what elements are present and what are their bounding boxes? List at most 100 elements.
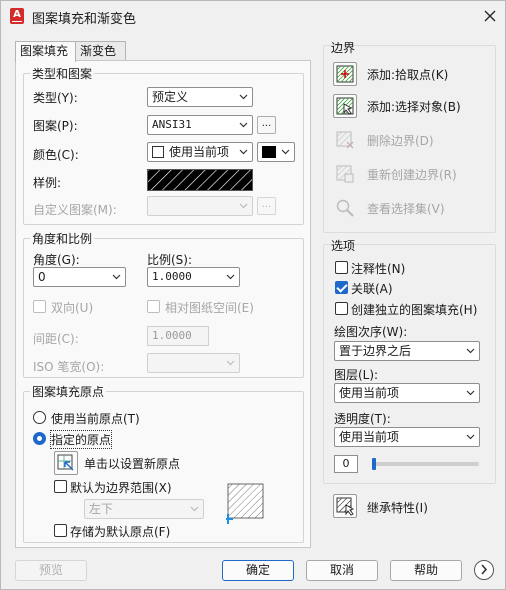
inherit-properties-label[interactable]: 继承特性(I) [367,499,428,516]
store-default-origin-checkbox[interactable] [54,524,67,537]
angle-label: 角度(G): [33,253,80,267]
options-title: 选项 [331,239,356,253]
add-pick-points-button[interactable] [333,62,357,86]
iso-pen-label: ISO 笔宽(O): [33,360,105,374]
draw-order-value: 置于边界之后 [339,344,412,358]
color-select[interactable]: 使用当前项 [147,142,253,162]
transparency-slider-thumb[interactable] [372,458,376,470]
draw-order-select[interactable]: 置于边界之后 [334,341,480,361]
select-objects-icon [336,97,354,115]
annotative-label: 注释性(N) [351,262,406,276]
default-extent-checkbox[interactable] [54,480,67,493]
chevron-down-icon [239,201,248,210]
window-title: 图案填充和渐变色 [32,12,137,27]
recreate-boundary-icon [336,165,354,183]
chevron-down-icon [226,358,235,367]
hatch-origin-title: 图案填充原点 [32,385,105,399]
pick-points-icon [336,65,354,83]
chevron-down-icon [281,147,290,156]
transparency-number-field[interactable]: 0 [334,455,358,473]
origin-preview [223,483,264,524]
transparency-slider-track[interactable] [372,462,479,466]
specified-origin-label: 指定的原点 [49,430,113,449]
cancel-button[interactable]: 取消 [306,560,378,581]
tab-gradient[interactable]: 渐变色 [76,41,126,61]
custom-pattern-label: 自定义图案(M): [33,203,117,217]
view-selections-button[interactable] [333,196,357,220]
scale-label: 比例(S): [147,253,193,267]
preview-button[interactable]: 预览 [15,560,87,581]
double-label: 双向(U) [51,301,94,315]
swatch-label: 样例: [33,176,62,190]
view-selections-label[interactable]: 查看选择集(V) [367,200,445,217]
inherit-properties-button[interactable] [333,494,357,518]
hatch-swatch-preview[interactable] [147,169,253,191]
spacing-field[interactable]: 1.0000 [147,326,209,346]
custom-browse-button[interactable]: ... [257,197,276,215]
chevron-down-icon [239,147,248,156]
associative-checkbox[interactable] [335,281,348,294]
chevron-down-icon [226,272,235,281]
relative-paper-checkbox[interactable] [147,300,160,313]
chevron-down-icon [466,432,475,441]
specified-origin-radio[interactable] [33,432,46,445]
type-select-value: 预定义 [152,90,189,104]
iso-pen-select[interactable] [147,353,240,373]
color-swatch-small [152,146,164,158]
pick-origin-icon [57,454,74,471]
autocad-app-icon: A [10,8,24,24]
ok-button[interactable]: 确定 [222,560,294,581]
inherit-properties-icon [336,497,355,516]
transparency-select[interactable]: 使用当前项 [334,427,480,447]
remove-boundaries-button[interactable] [333,128,357,152]
color-select-value: 使用当前项 [169,145,230,159]
type-select[interactable]: 预定义 [147,87,253,107]
independent-hatch-checkbox[interactable] [335,302,348,315]
tab-hatch[interactable]: 图案填充 [15,41,76,62]
relative-paper-label: 相对图纸空间(E) [165,301,254,315]
more-options-button[interactable] [474,560,494,580]
close-icon[interactable] [479,5,501,27]
use-current-origin-radio[interactable] [33,411,46,424]
boundaries-title: 边界 [331,41,356,55]
pattern-browse-button[interactable]: ... [257,116,276,134]
double-checkbox[interactable] [33,300,46,313]
add-select-objects-label[interactable]: 添加:选择对象(B) [367,98,461,115]
annotative-checkbox[interactable] [335,261,348,274]
type-label: 类型(Y): [33,91,78,105]
angle-select[interactable]: 0 [33,267,126,287]
angle-scale-title: 角度和比例 [32,232,93,246]
remove-boundaries-icon [336,131,354,149]
chevron-right-icon [481,564,488,575]
custom-pattern-select[interactable] [147,196,253,216]
recreate-boundary-button[interactable] [333,162,357,186]
set-origin-button[interactable] [54,451,78,475]
extent-position-select[interactable]: 左下 [84,499,204,519]
hatch-gradient-dialog: A 图案填充和渐变色 图案填充 渐变色 类型和图案 类型(Y): 预定义 图案(… [0,0,506,590]
chevron-down-icon [239,92,248,101]
hatch-tab-pane: 类型和图案 类型(Y): 预定义 图案(P): ANSI31 ... 颜色(C)… [15,60,311,548]
magnifier-icon [336,199,354,217]
add-select-objects-button[interactable] [333,94,357,118]
chevron-down-icon [239,120,248,129]
scale-value: 1.0000 [152,270,192,283]
color-label: 颜色(C): [33,148,79,162]
store-default-origin-label: 存储为默认原点(F) [70,525,171,539]
layer-select[interactable]: 使用当前项 [334,383,480,403]
add-pick-points-label[interactable]: 添加:拾取点(K) [367,66,448,83]
background-color-select[interactable] [257,142,295,162]
remove-boundaries-label[interactable]: 删除边界(D) [367,132,434,149]
use-current-origin-label: 使用当前原点(T) [51,412,140,426]
recreate-boundary-label[interactable]: 重新创建边界(R) [367,166,457,183]
independent-hatch-label: 创建独立的图案填充(H) [351,303,478,317]
scale-select[interactable]: 1.0000 [147,267,240,287]
help-button[interactable]: 帮助 [390,560,462,581]
extent-position-value: 左下 [89,502,114,516]
default-extent-label: 默认为边界范围(X) [70,481,172,495]
click-set-origin-label: 单击以设置新原点 [84,457,181,471]
type-pattern-title: 类型和图案 [32,67,93,81]
transparency-label: 透明度(T): [334,412,391,426]
layer-label: 图层(L): [334,368,379,382]
draw-order-label: 绘图次序(W): [334,325,408,339]
pattern-select[interactable]: ANSI31 [147,115,253,135]
